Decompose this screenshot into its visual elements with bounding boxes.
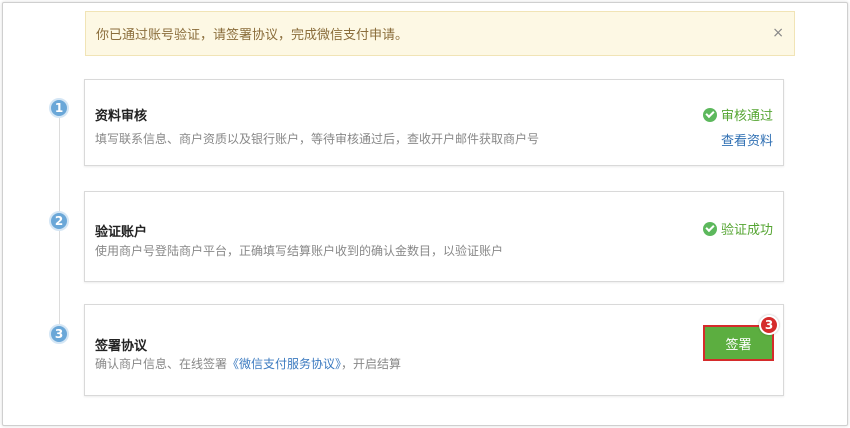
step-description: 使用商户号登陆商户平台，正确填写结算账户收到的确认金数目，以验证账户	[95, 244, 504, 258]
step-card-sign: 签署协议 确认商户信息、在线签署《微信支付服务协议》，开启结算 签署 3	[84, 304, 784, 396]
step-badge: 3	[759, 315, 779, 335]
notice-banner: 你已通过账号验证，请签署协议，完成微信支付申请。 ×	[85, 11, 795, 56]
step-title: 验证账户	[95, 225, 148, 240]
agreement-link[interactable]: 《微信支付服务协议》	[227, 357, 341, 371]
step-description: 填写联系信息、商户资质以及银行账户，等待审核通过后，查收开户邮件获取商户号	[95, 132, 540, 146]
view-details-link[interactable]: 查看资料	[721, 130, 773, 149]
check-circle-icon	[702, 221, 717, 236]
step-number-2: 2	[49, 211, 69, 231]
step-number-1: 1	[49, 98, 69, 118]
step-card-review: 资料审核 填写联系信息、商户资质以及银行账户，等待审核通过后，查收开户邮件获取商…	[84, 79, 784, 166]
close-icon[interactable]: ×	[772, 25, 784, 41]
check-circle-icon	[702, 107, 717, 122]
description-prefix: 确认商户信息、在线签署	[95, 357, 228, 371]
step-card-verify: 验证账户 使用商户号登陆商户平台，正确填写结算账户收到的确认金数目，以验证账户 …	[84, 191, 784, 282]
step-title: 签署协议	[95, 339, 148, 354]
status-badge: 审核通过	[702, 105, 773, 124]
step-title: 资料审核	[95, 109, 148, 124]
description-suffix: ，开启结算	[341, 357, 402, 371]
step-number-3: 3	[49, 324, 69, 344]
step-description: 确认商户信息、在线签署《微信支付服务协议》，开启结算	[95, 355, 401, 372]
status-text: 验证成功	[720, 223, 773, 238]
status-text: 审核通过	[720, 109, 773, 124]
notice-text: 你已通过账号验证，请签署协议，完成微信支付申请。	[96, 28, 409, 43]
status-badge: 验证成功	[702, 219, 773, 238]
